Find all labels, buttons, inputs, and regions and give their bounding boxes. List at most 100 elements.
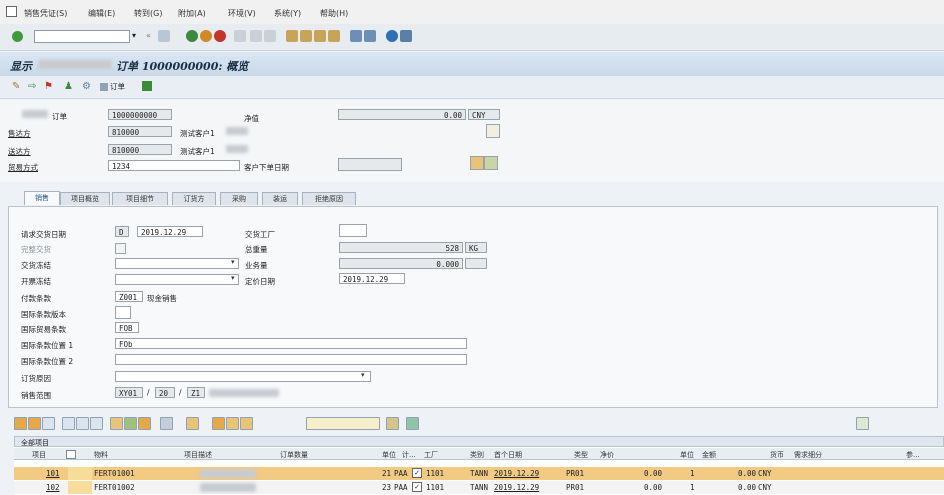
col-unit[interactable]: 单位: [382, 450, 396, 460]
first-date[interactable]: 2019.12.29: [494, 469, 539, 478]
weight-unit-field[interactable]: KG: [465, 242, 487, 253]
col-currency[interactable]: 货币: [770, 450, 784, 460]
delivery-plant-field[interactable]: [339, 224, 367, 237]
item-filter-icon[interactable]: [406, 417, 419, 430]
date-format-field[interactable]: D: [115, 226, 129, 237]
net-price[interactable]: 0.00: [644, 483, 662, 492]
billing-block-dropdown-icon[interactable]: ▾: [231, 274, 235, 282]
complete-delivery-checkbox[interactable]: [115, 243, 126, 254]
item-search-icon[interactable]: [856, 417, 869, 430]
sold-to-label[interactable]: 售达方: [8, 128, 31, 139]
deselect-all-icon[interactable]: [76, 417, 89, 430]
req-delivery-date-field[interactable]: 2019.12.29: [137, 226, 203, 237]
incoterms-version-field[interactable]: [115, 306, 131, 319]
tab-item-detail[interactable]: 项目细节: [112, 192, 168, 205]
shortcut-icon[interactable]: [364, 30, 376, 42]
col-material[interactable]: 物料: [94, 450, 108, 460]
delete-item-icon[interactable]: [110, 417, 123, 430]
price-unit[interactable]: 1: [690, 469, 695, 478]
first-page-icon[interactable]: [286, 30, 298, 42]
tab-item-overview[interactable]: 项目概览: [60, 192, 110, 205]
incoterms-location1-field[interactable]: FOb: [115, 338, 467, 349]
order-quantity[interactable]: 23: [382, 483, 391, 492]
item-pricing-icon[interactable]: [138, 417, 151, 430]
currency[interactable]: CNY: [758, 469, 772, 478]
command-dropdown-icon[interactable]: ▾: [132, 31, 136, 40]
layout-icon[interactable]: [400, 30, 412, 42]
menu-goto[interactable]: 转到(G): [134, 8, 162, 19]
net-price[interactable]: 0.00: [644, 469, 662, 478]
delivery-block-select[interactable]: [115, 258, 239, 269]
person-icon[interactable]: ♟: [64, 81, 73, 92]
item-availability-icon[interactable]: [226, 417, 239, 430]
menu-system[interactable]: 系统(Y): [274, 8, 301, 19]
pricing-date-field[interactable]: 2019.12.29: [339, 273, 405, 284]
other-document-icon[interactable]: ⇨: [28, 81, 36, 92]
menu-extras[interactable]: 附加(A): [178, 8, 206, 19]
table-row[interactable]: 101 FERT01001 21 PAA ✓ 1101 TANN 2019.12…: [14, 467, 944, 480]
order-reason-dropdown-icon[interactable]: ▾: [361, 371, 365, 379]
incoterms-field[interactable]: FOB: [115, 322, 139, 333]
display-change-icon[interactable]: ✎: [12, 81, 20, 92]
item-number[interactable]: 101: [46, 469, 60, 478]
delivery-block-dropdown-icon[interactable]: ▾: [231, 258, 235, 266]
order-reason-select[interactable]: [115, 371, 371, 382]
document-icon[interactable]: [486, 124, 500, 138]
app-menu-icon[interactable]: [6, 6, 17, 17]
sales-unit[interactable]: PAA: [394, 469, 408, 478]
col-settings-icon[interactable]: [66, 450, 76, 459]
print-preview-icon[interactable]: [484, 156, 498, 170]
currency-field[interactable]: CNY: [468, 109, 500, 120]
tab-procurement[interactable]: 采购: [220, 192, 258, 205]
customer-order-date-field[interactable]: [338, 158, 402, 171]
item-checkbox[interactable]: ✓: [412, 482, 422, 492]
save-icon[interactable]: [158, 30, 170, 42]
pricing-type[interactable]: PR01: [566, 469, 584, 478]
new-session-icon[interactable]: [350, 30, 362, 42]
col-reference[interactable]: 参...: [906, 450, 920, 460]
menu-sales-document[interactable]: 销售凭证(S): [24, 8, 67, 19]
material[interactable]: FERT01002: [94, 483, 135, 492]
enter-icon[interactable]: [12, 31, 23, 42]
trade-mode-field[interactable]: 1234: [108, 160, 240, 171]
cancel-icon[interactable]: [214, 30, 226, 42]
item-category[interactable]: TANN: [470, 469, 488, 478]
item-sort-icon[interactable]: [386, 417, 399, 430]
col-first-date[interactable]: 首个日期: [494, 450, 522, 460]
amount[interactable]: 0.00: [738, 483, 756, 492]
history-icon[interactable]: «: [146, 31, 151, 40]
volume-unit-field[interactable]: [465, 258, 487, 269]
first-date[interactable]: 2019.12.29: [494, 483, 539, 492]
menu-environment[interactable]: 环境(V): [228, 8, 256, 19]
total-weight-field[interactable]: 528: [339, 242, 463, 253]
order-quantity[interactable]: 21: [382, 469, 391, 478]
col-price-unit[interactable]: 单位: [680, 450, 694, 460]
document-flow-icon[interactable]: ⚙: [82, 81, 91, 92]
find-icon[interactable]: [250, 30, 262, 42]
col-requirement-segment[interactable]: 需求细分: [794, 450, 822, 460]
item-configuration-icon[interactable]: [160, 417, 173, 430]
col-category[interactable]: 类别: [470, 450, 484, 460]
order-header-button[interactable]: 订单: [100, 81, 125, 92]
distribution-channel-field[interactable]: 20: [155, 387, 175, 398]
item-checkbox[interactable]: ✓: [412, 468, 422, 478]
item-category[interactable]: TANN: [470, 483, 488, 492]
pricing-type[interactable]: PR01: [566, 483, 584, 492]
ship-to-field[interactable]: 810000: [108, 144, 172, 155]
sold-to-field[interactable]: 810000: [108, 126, 172, 137]
plant[interactable]: 1101: [426, 483, 444, 492]
last-page-icon[interactable]: [328, 30, 340, 42]
col-order-quantity[interactable]: 订单数量: [280, 450, 308, 460]
payment-terms-field[interactable]: Z001: [115, 291, 143, 302]
amount[interactable]: 0.00: [738, 469, 756, 478]
item-texts-icon[interactable]: [240, 417, 253, 430]
col-type[interactable]: 类型: [574, 450, 588, 460]
partner-icon[interactable]: [470, 156, 484, 170]
sales-unit[interactable]: PAA: [394, 483, 408, 492]
item-overview-icon[interactable]: [28, 417, 41, 430]
back-icon[interactable]: [186, 30, 198, 42]
item-conditions-icon[interactable]: [212, 417, 225, 430]
sales-org-field[interactable]: XY01: [115, 387, 143, 398]
find-next-icon[interactable]: [264, 30, 276, 42]
col-net-price[interactable]: 净价: [600, 450, 614, 460]
